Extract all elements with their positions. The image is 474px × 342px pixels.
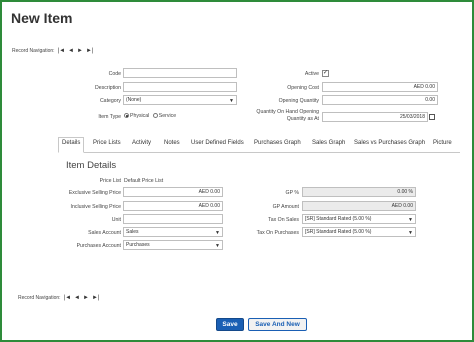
service-radio-label: Service	[158, 113, 177, 119]
tab-picture[interactable]: Picture	[433, 140, 452, 146]
category-select[interactable]: (None) ▼	[123, 95, 237, 105]
unit-input[interactable]	[123, 214, 223, 224]
unit-label: Unit	[111, 217, 121, 223]
gp-amount-field: AED 0.00	[302, 201, 416, 211]
category-label: Category	[99, 98, 121, 104]
record-navigation-bottom: Record Navigation: |◄ ◄ ► ►|	[18, 295, 99, 301]
tax-on-sales-select[interactable]: [SR] Standard Rated (5.00 %) ▼	[302, 214, 416, 224]
opening-cost-label: Opening Cost	[287, 85, 319, 91]
sales-account-select[interactable]: Sales ▼	[123, 227, 223, 237]
chevron-down-icon: ▼	[408, 230, 413, 236]
tab-activity[interactable]: Activity	[132, 140, 151, 146]
item-details-heading: Item Details	[66, 160, 117, 171]
purchases-account-label: Purchases Account	[76, 243, 121, 249]
qty-on-hand-label-line2: Quantity as At	[286, 116, 319, 122]
sales-account-value: Sales	[126, 229, 139, 235]
tax-on-sales-label: Tax On Sales	[268, 217, 299, 223]
sales-account-label: Sales Account	[88, 230, 121, 236]
physical-radio-label: Physical	[130, 113, 150, 119]
previous-record-button[interactable]: ◄	[74, 295, 80, 301]
first-record-button[interactable]: |◄	[64, 295, 72, 301]
active-label: Active	[304, 71, 319, 77]
tab-purchases-graph[interactable]: Purchases Graph	[254, 140, 301, 146]
chevron-down-icon: ▼	[229, 98, 234, 104]
exclusive-selling-price-input[interactable]: AED 0.00	[123, 187, 223, 197]
category-value: (None)	[126, 97, 142, 103]
purchases-account-value: Purchases	[126, 242, 150, 248]
tab-bar: Details Price Lists Activity Notes User …	[58, 137, 460, 153]
active-checkbox[interactable]: ✓	[322, 70, 329, 77]
save-button[interactable]: Save	[216, 318, 244, 331]
tab-user-defined-fields[interactable]: User Defined Fields	[191, 140, 244, 146]
gp-amount-label: GP Amount	[272, 204, 299, 210]
save-and-new-button[interactable]: Save And New	[248, 318, 307, 331]
item-type-label: Item Type	[98, 114, 121, 120]
code-input[interactable]	[123, 68, 237, 78]
page-title: New Item	[11, 10, 73, 26]
tab-sales-vs-purchases-graph[interactable]: Sales vs Purchases Graph	[354, 140, 425, 146]
opening-quantity-label: Opening Quantity	[278, 98, 319, 104]
record-navigation-label: Record Navigation:	[12, 48, 55, 54]
qty-on-hand-label-line1: Quantity On Hand Opening	[256, 109, 319, 115]
tax-on-sales-value: [SR] Standard Rated (5.00 %)	[305, 216, 372, 222]
tax-on-purchases-value: [SR] Standard Rated (5.00 %)	[305, 229, 372, 235]
opening-quantity-input[interactable]: 0.00	[322, 95, 438, 105]
description-input[interactable]	[123, 82, 237, 92]
record-navigation-top: Record Navigation: |◄ ◄ ► ►|	[12, 48, 93, 54]
inclusive-selling-price-input[interactable]: AED 0.00	[123, 201, 223, 211]
purchases-account-select[interactable]: Purchases ▼	[123, 240, 223, 250]
opening-cost-input[interactable]: AED 0.00	[322, 82, 438, 92]
chevron-down-icon: ▼	[215, 230, 220, 236]
gp-percent-field: 0.00 %	[302, 187, 416, 197]
chevron-down-icon: ▼	[408, 217, 413, 223]
tab-notes[interactable]: Notes	[164, 140, 180, 146]
next-record-button[interactable]: ►	[77, 48, 83, 54]
price-list-value: Default Price List	[124, 178, 164, 184]
chevron-down-icon: ▼	[215, 243, 220, 249]
calendar-icon[interactable]	[429, 114, 435, 120]
code-label: Code	[108, 71, 121, 77]
last-record-button[interactable]: ►|	[86, 48, 94, 54]
previous-record-button[interactable]: ◄	[68, 48, 74, 54]
price-list-label: Price List	[99, 178, 121, 184]
description-label: Description	[95, 85, 121, 91]
tab-price-lists[interactable]: Price Lists	[93, 140, 121, 146]
service-radio[interactable]	[152, 113, 158, 119]
tab-sales-graph[interactable]: Sales Graph	[312, 140, 345, 146]
last-record-button[interactable]: ►|	[92, 295, 100, 301]
next-record-button[interactable]: ►	[83, 295, 89, 301]
tax-on-purchases-select[interactable]: [SR] Standard Rated (5.00 %) ▼	[302, 227, 416, 237]
qty-on-hand-date-input[interactable]: 25/03/2018	[322, 112, 428, 122]
inclusive-selling-price-label: Inclusive Selling Price	[70, 204, 121, 210]
gp-percent-label: GP %	[285, 190, 299, 196]
record-navigation-label: Record Navigation:	[18, 295, 61, 301]
exclusive-selling-price-label: Exclusive Selling Price	[68, 190, 121, 196]
tax-on-purchases-label: Tax On Purchases	[256, 230, 299, 236]
first-record-button[interactable]: |◄	[58, 48, 66, 54]
tab-details[interactable]: Details	[58, 137, 85, 153]
qty-on-hand-label: Quantity On Hand Opening Quantity as At	[256, 109, 319, 123]
physical-radio[interactable]	[124, 113, 129, 119]
check-icon: ✓	[323, 70, 329, 76]
item-type-radio-group: Physical Service	[124, 113, 176, 119]
